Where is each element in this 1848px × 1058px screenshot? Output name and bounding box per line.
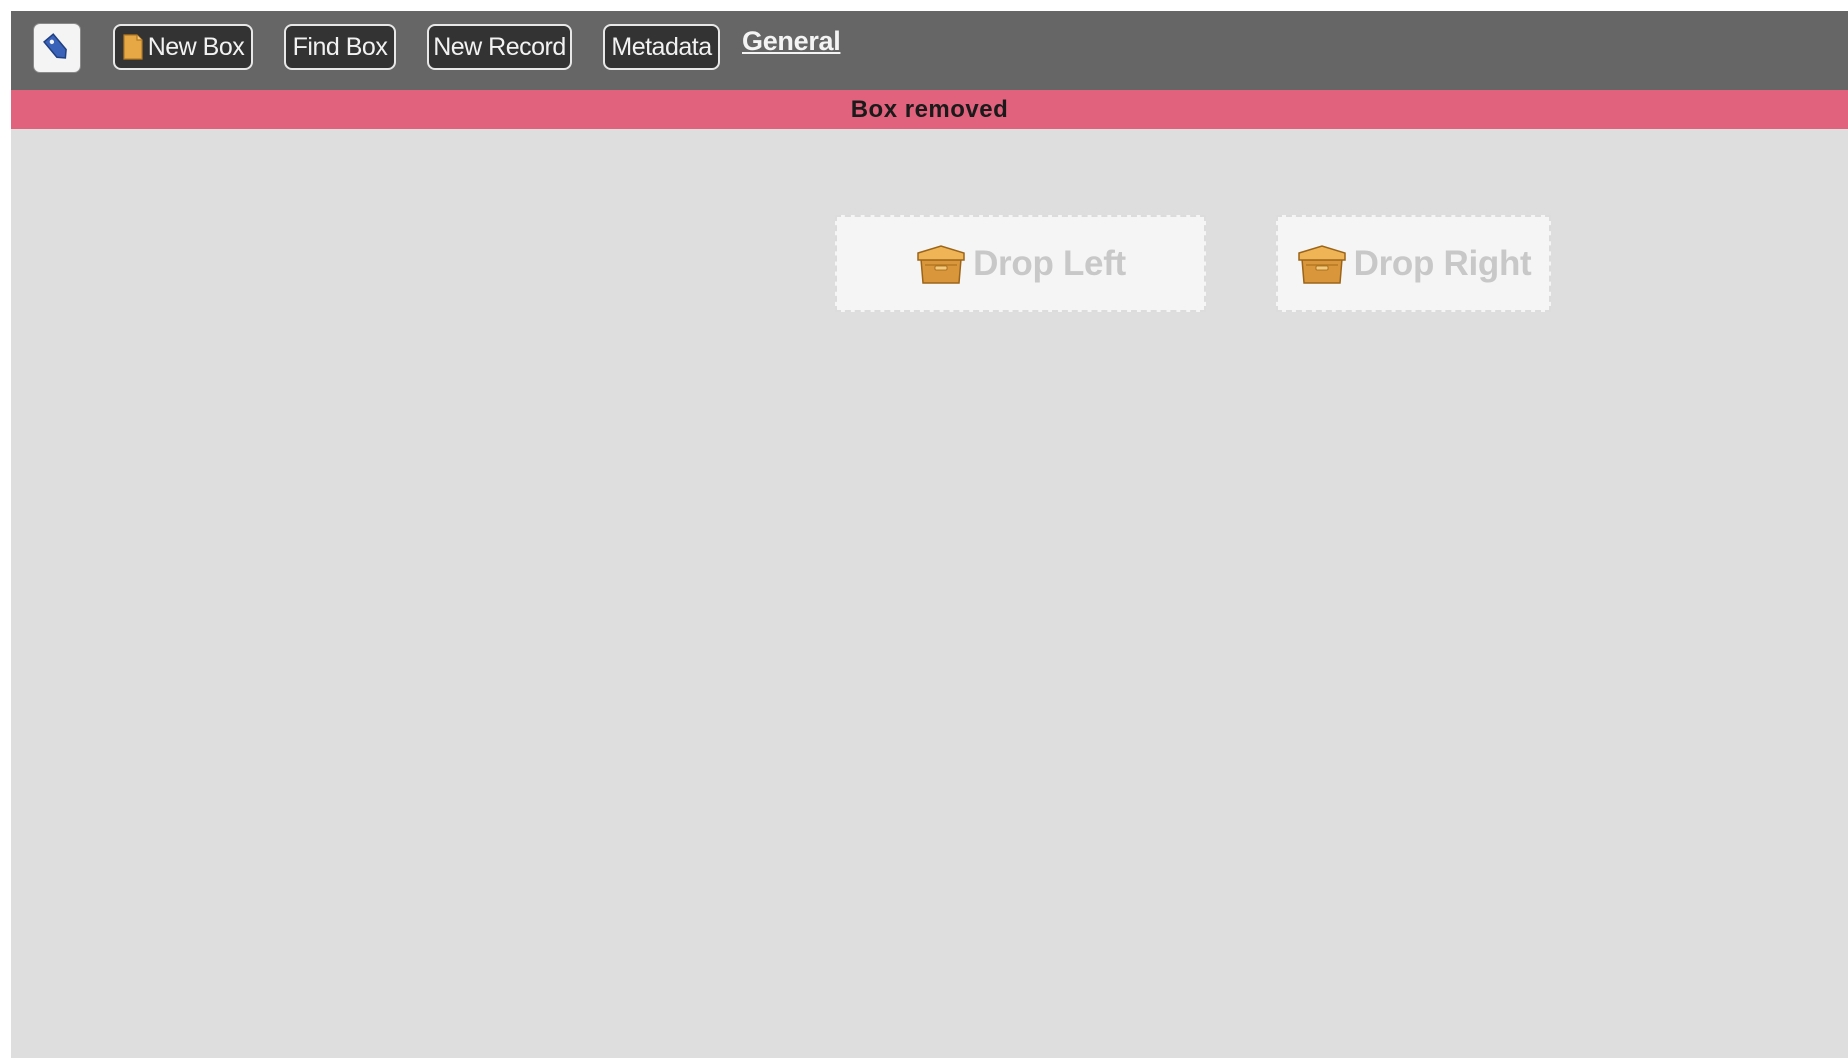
find-box-label: Find Box	[292, 32, 388, 61]
general-link[interactable]: General	[742, 26, 841, 57]
toolbar: New Box Find Box New Record Metadata Gen…	[11, 11, 1848, 90]
home-button[interactable]	[34, 24, 80, 72]
new-box-label: New Box	[147, 32, 245, 61]
drop-left-label: Drop Left	[973, 243, 1126, 283]
app-window: New Box Find Box New Record Metadata Gen…	[11, 11, 1848, 1058]
box-icon	[1296, 243, 1348, 285]
drop-right-zone[interactable]: Drop Right	[1276, 215, 1551, 312]
drop-left-zone[interactable]: Drop Left	[835, 215, 1206, 312]
metadata-label: Metadata	[611, 32, 712, 61]
metadata-button[interactable]: Metadata	[603, 24, 720, 70]
status-message: Box removed	[850, 95, 1009, 123]
new-record-button[interactable]: New Record	[427, 24, 572, 70]
find-box-button[interactable]: Find Box	[284, 24, 396, 70]
box-icon	[915, 243, 967, 285]
drop-right-label: Drop Right	[1353, 243, 1532, 283]
new-box-button[interactable]: New Box	[113, 24, 253, 70]
status-bar: Box removed	[11, 90, 1848, 129]
tag-icon	[42, 31, 72, 65]
document-icon	[122, 33, 144, 61]
new-record-label: New Record	[433, 32, 566, 61]
